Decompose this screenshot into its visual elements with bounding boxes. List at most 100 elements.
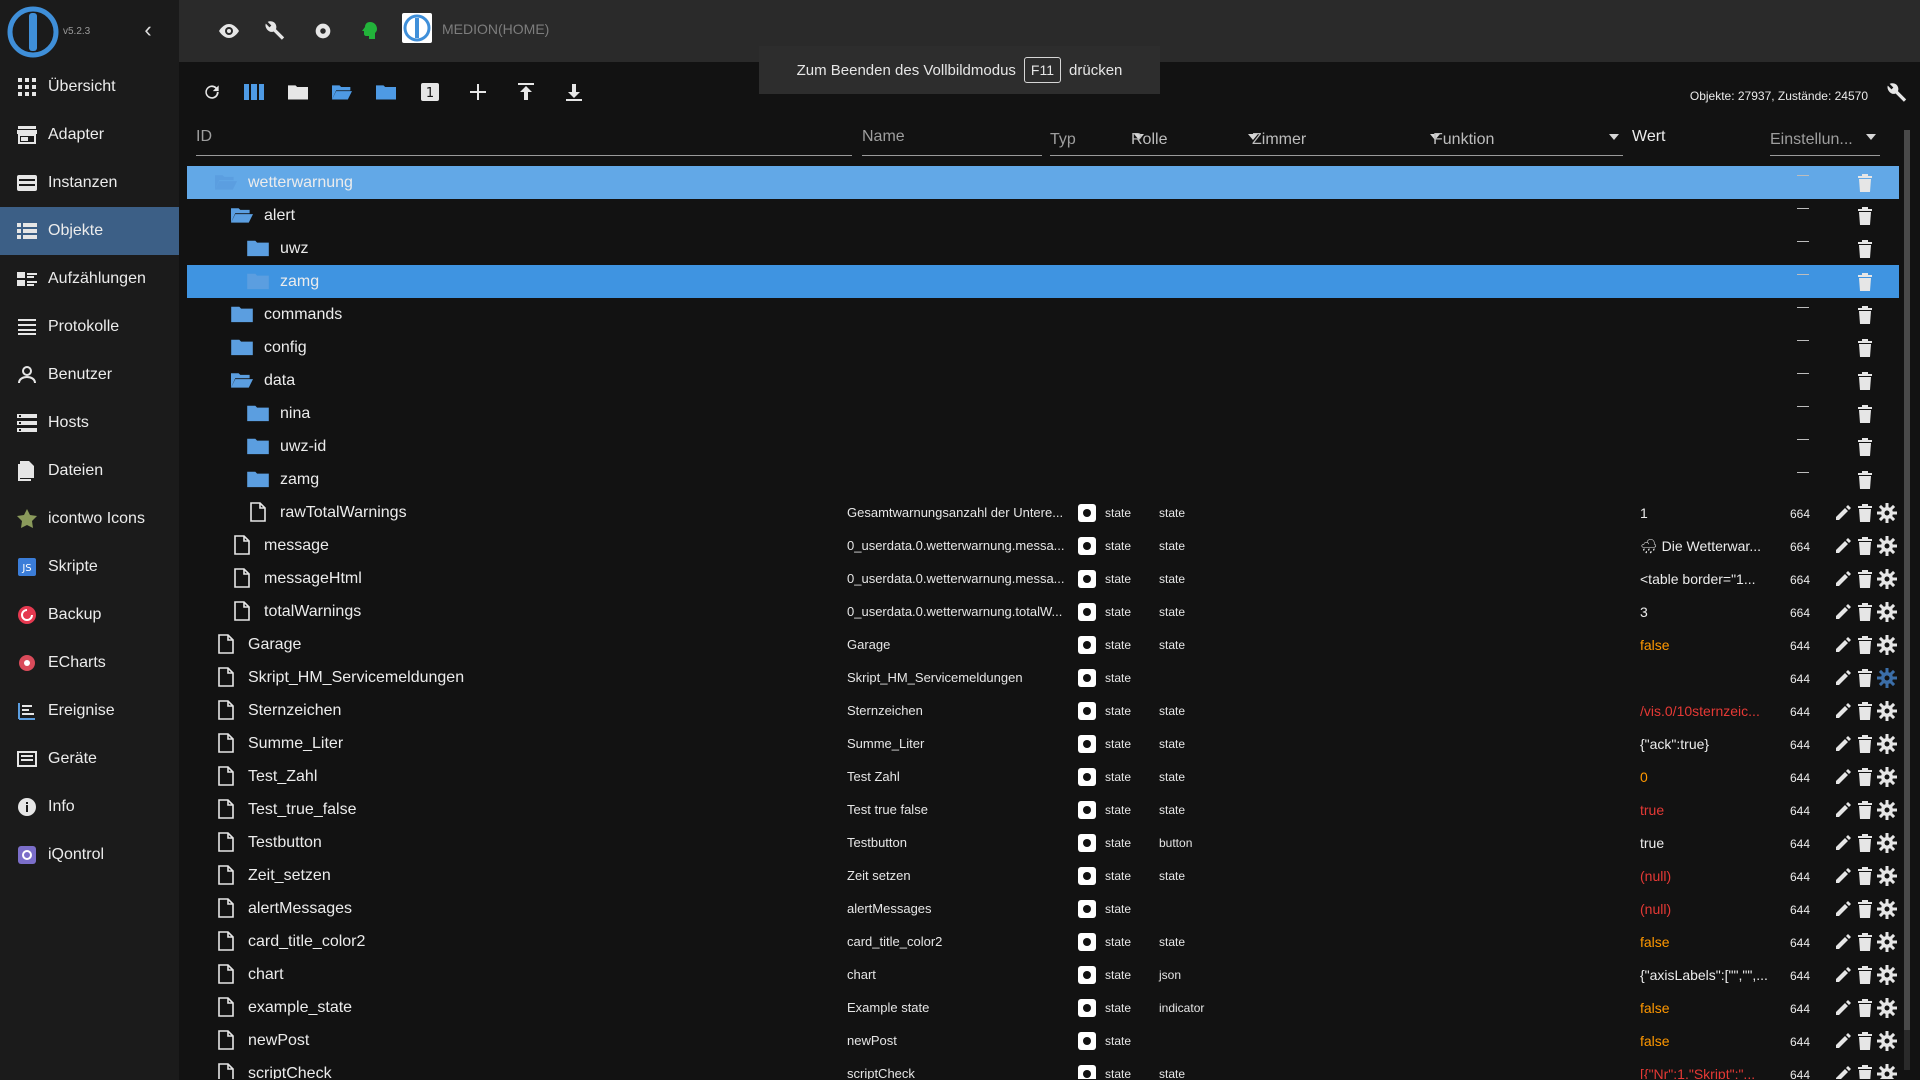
delete-icon[interactable]: [1855, 965, 1875, 985]
gear-icon[interactable]: [1877, 503, 1897, 523]
state-row[interactable]: scriptCheck scriptCheck state state [{"Nr":1…: [187, 1057, 1899, 1079]
delete-icon[interactable]: [1855, 173, 1875, 193]
delete-icon[interactable]: [1855, 899, 1875, 919]
object-permissions[interactable]: 644: [1790, 969, 1810, 983]
object-permissions[interactable]: 664: [1790, 573, 1810, 587]
object-value[interactable]: true: [1640, 802, 1780, 818]
file-icon[interactable]: [215, 634, 237, 654]
object-permissions[interactable]: 644: [1790, 1035, 1810, 1049]
object-permissions[interactable]: 644: [1790, 804, 1810, 818]
folder-open-icon[interactable]: [215, 172, 237, 192]
sidebar-item-dateien[interactable]: Dateien: [0, 447, 179, 495]
sidebar-item-instanzen[interactable]: Instanzen: [0, 159, 179, 207]
folder-row[interactable]: commands: [187, 298, 1899, 331]
file-icon[interactable]: [215, 733, 237, 753]
chevron-down-icon[interactable]: [1609, 134, 1619, 140]
folder-icon[interactable]: [231, 337, 253, 357]
state-row[interactable]: newPost newPost state false 644: [187, 1024, 1899, 1057]
object-id[interactable]: alertMessages: [248, 900, 352, 918]
gear-icon[interactable]: [1877, 602, 1897, 622]
object-value[interactable]: 3: [1640, 604, 1780, 620]
object-permissions[interactable]: 644: [1790, 936, 1810, 950]
delete-icon[interactable]: [1855, 437, 1875, 457]
state-row[interactable]: Zeit_setzen Zeit setzen state state (null) 64…: [187, 859, 1899, 892]
edit-icon[interactable]: [1833, 1064, 1853, 1079]
expert-mode-icon[interactable]: [357, 18, 383, 44]
delete-icon[interactable]: [1855, 470, 1875, 490]
columns-icon[interactable]: [241, 80, 267, 104]
object-id[interactable]: rawTotalWarnings: [280, 504, 407, 522]
sidebar-item-backup[interactable]: Backup: [0, 591, 179, 639]
object-permissions[interactable]: 644: [1790, 639, 1810, 653]
file-icon[interactable]: [215, 964, 237, 984]
object-permissions[interactable]: 644: [1790, 1068, 1810, 1079]
sidebar-item-iqontrol[interactable]: iQontrol: [0, 831, 179, 879]
delete-icon[interactable]: [1855, 536, 1875, 556]
sidebar-item-info[interactable]: Info: [0, 783, 179, 831]
object-permissions[interactable]: 644: [1790, 771, 1810, 785]
object-value[interactable]: (null): [1640, 901, 1780, 917]
gear-icon[interactable]: [1877, 899, 1897, 919]
object-id[interactable]: uwz: [280, 240, 308, 258]
object-id[interactable]: Summe_Liter: [248, 735, 343, 753]
folder-icon[interactable]: [247, 403, 269, 423]
state-row[interactable]: Test_true_false Test true false state state…: [187, 793, 1899, 826]
gear-icon[interactable]: [1877, 734, 1897, 754]
folder-icon[interactable]: [247, 469, 269, 489]
object-permissions[interactable]: 664: [1790, 606, 1810, 620]
state-row[interactable]: Summe_Liter Summe_Liter state state {"ack":t…: [187, 727, 1899, 760]
object-id[interactable]: zamg: [280, 273, 319, 291]
sidebar-item-übersicht[interactable]: Übersicht: [0, 63, 179, 111]
delete-icon[interactable]: [1855, 635, 1875, 655]
gear-icon[interactable]: [1877, 668, 1897, 688]
object-permissions[interactable]: 644: [1790, 738, 1810, 752]
delete-icon[interactable]: [1855, 833, 1875, 853]
object-value[interactable]: true: [1640, 835, 1780, 851]
object-value[interactable]: {"axisLabels":["","",...: [1640, 967, 1780, 983]
file-icon[interactable]: [215, 898, 237, 918]
folder-icon[interactable]: [247, 436, 269, 456]
level-one-icon[interactable]: 1: [417, 80, 443, 104]
file-icon[interactable]: [215, 799, 237, 819]
file-icon[interactable]: [231, 601, 253, 621]
object-id[interactable]: data: [264, 372, 295, 390]
object-id[interactable]: Zeit_setzen: [248, 867, 331, 885]
file-icon[interactable]: [215, 997, 237, 1017]
delete-icon[interactable]: [1855, 569, 1875, 589]
gear-icon[interactable]: [1877, 635, 1897, 655]
sidebar-item-icontwo-icons[interactable]: icontwo Icons: [0, 495, 179, 543]
customize-wrench-icon[interactable]: [1886, 82, 1908, 109]
file-icon[interactable]: [215, 1063, 237, 1079]
object-id[interactable]: message: [264, 537, 329, 555]
object-value[interactable]: false: [1640, 637, 1780, 653]
delete-icon[interactable]: [1855, 404, 1875, 424]
state-row[interactable]: card_title_color2 card_title_color2 state s…: [187, 925, 1899, 958]
file-icon[interactable]: [215, 667, 237, 687]
delete-icon[interactable]: [1855, 932, 1875, 952]
folder-row[interactable]: uwz: [187, 232, 1899, 265]
folder-row[interactable]: alert: [187, 199, 1899, 232]
upload-icon[interactable]: [513, 80, 539, 104]
refresh-icon[interactable]: [199, 80, 225, 104]
file-icon[interactable]: [215, 700, 237, 720]
state-row[interactable]: Sternzeichen Sternzeichen state state/vis.0…: [187, 694, 1899, 727]
object-permissions[interactable]: 644: [1790, 672, 1810, 686]
edit-icon[interactable]: [1833, 734, 1853, 754]
object-id[interactable]: Sternzeichen: [248, 702, 341, 720]
delete-icon[interactable]: [1855, 701, 1875, 721]
edit-icon[interactable]: [1833, 932, 1853, 952]
gear-icon[interactable]: [1877, 998, 1897, 1018]
download-icon[interactable]: [561, 80, 587, 104]
edit-icon[interactable]: [1833, 569, 1853, 589]
folder-row[interactable]: zamg: [187, 463, 1899, 496]
state-row[interactable]: alertMessages alertMessages state (null) 644: [187, 892, 1899, 925]
column-id-filter[interactable]: ID: [196, 128, 212, 146]
delete-icon[interactable]: [1855, 338, 1875, 358]
state-row[interactable]: example_state Example state state indicator…: [187, 991, 1899, 1024]
object-id[interactable]: Test_Zahl: [248, 768, 317, 786]
object-value[interactable]: false: [1640, 934, 1780, 950]
folder-icon[interactable]: [231, 304, 253, 324]
file-icon[interactable]: [231, 535, 253, 555]
column-type-filter[interactable]: Typ: [1050, 131, 1076, 149]
object-id[interactable]: nina: [280, 405, 310, 423]
